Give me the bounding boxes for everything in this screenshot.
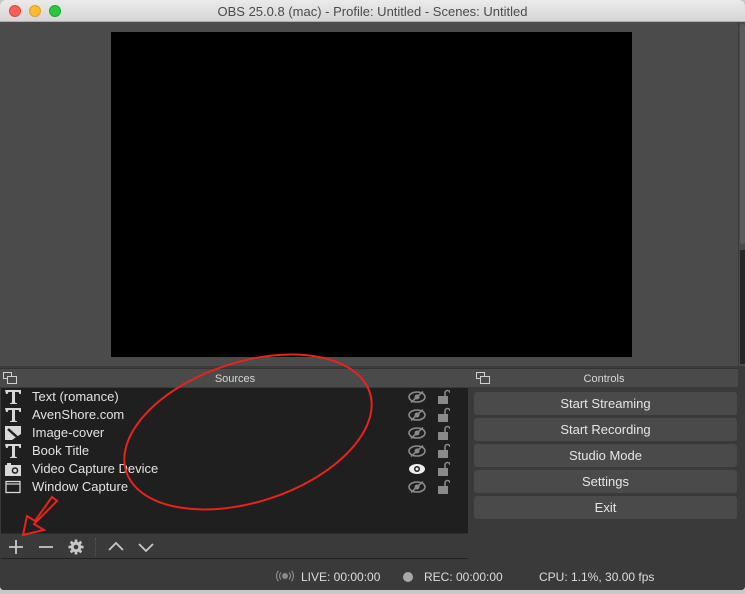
desktop-background [0,590,745,594]
toolbar-separator [95,538,96,556]
source-item[interactable]: Text (romance) [1,388,468,406]
source-item[interactable]: Video Capture Device [1,460,468,478]
move-source-up-button[interactable] [105,537,127,557]
record-indicator-icon [403,572,413,582]
source-label: Text (romance) [32,389,119,404]
settings-button[interactable]: Settings [474,470,737,493]
visibility-visible-icon[interactable] [408,463,426,475]
controls-dock: Controls Start Streaming Start Recording… [470,366,738,561]
chevron-up-icon [108,541,124,551]
text-icon [5,444,21,458]
status-bar: LIVE: 00:00:00 REC: 00:00:00 CPU: 1.1%, … [0,561,745,590]
move-source-down-button[interactable] [135,537,157,557]
broadcast-icon [276,570,294,582]
source-item[interactable]: Window Capture [1,478,468,496]
preview-canvas[interactable] [111,32,632,357]
image-icon [5,426,21,440]
live-timer: LIVE: 00:00:00 [301,570,381,584]
rec-timer: REC: 00:00:00 [424,570,503,584]
remove-source-button[interactable] [35,537,57,557]
source-label: Image-cover [32,425,105,440]
visibility-hidden-icon[interactable] [408,427,426,439]
source-item[interactable]: Book Title [1,442,468,460]
chevron-down-icon [138,543,154,553]
vertical-scrollbar[interactable] [738,22,745,366]
sources-dock: Sources Text (romance) AvenShore.com Ima… [0,366,470,561]
scrollbar-track [740,250,745,364]
visibility-hidden-icon[interactable] [408,409,426,421]
unlocked-icon[interactable] [438,389,450,404]
obs-window: OBS 25.0.8 (mac) - Profile: Untitled - S… [0,0,745,590]
text-icon [5,390,21,404]
unlocked-icon[interactable] [438,425,450,440]
source-label: AvenShore.com [32,407,125,422]
window-title: OBS 25.0.8 (mac) - Profile: Untitled - S… [217,4,528,19]
unlocked-icon[interactable] [438,479,450,494]
plus-icon [9,540,23,554]
unlocked-icon[interactable] [438,461,450,476]
source-item[interactable]: Image-cover [1,424,468,442]
controls-dock-title: Controls [583,373,625,385]
unlocked-icon[interactable] [438,443,450,458]
source-properties-button[interactable] [65,537,87,557]
source-label: Window Capture [32,479,129,494]
visibility-hidden-icon[interactable] [408,391,426,403]
sources-dock-title: Sources [214,373,256,385]
unlocked-icon[interactable] [438,407,450,422]
start-streaming-button[interactable]: Start Streaming [474,392,737,415]
source-label: Book Title [32,443,90,458]
title-bar[interactable]: OBS 25.0.8 (mac) - Profile: Untitled - S… [0,0,745,22]
exit-button[interactable]: Exit [474,496,737,519]
cpu-fps-readout: CPU: 1.1%, 30.00 fps [539,570,655,584]
studio-mode-button[interactable]: Studio Mode [474,444,737,467]
source-label: Video Capture Device [32,461,159,476]
add-source-button[interactable] [5,537,27,557]
preview-area [0,22,738,366]
sources-dock-header: Sources [0,368,470,387]
window-icon [5,480,21,494]
source-item[interactable]: AvenShore.com [1,406,468,424]
gear-icon [68,539,84,555]
minus-icon [39,546,53,548]
camera-icon [5,463,21,476]
controls-dock-header: Controls [470,368,738,387]
visibility-hidden-icon[interactable] [408,445,426,457]
text-icon [5,408,21,422]
start-recording-button[interactable]: Start Recording [474,418,737,441]
sources-toolbar [1,533,468,559]
visibility-hidden-icon[interactable] [408,481,426,493]
scrollbar-thumb[interactable] [740,24,745,244]
sources-list[interactable]: Text (romance) AvenShore.com Image-cover [1,388,468,533]
